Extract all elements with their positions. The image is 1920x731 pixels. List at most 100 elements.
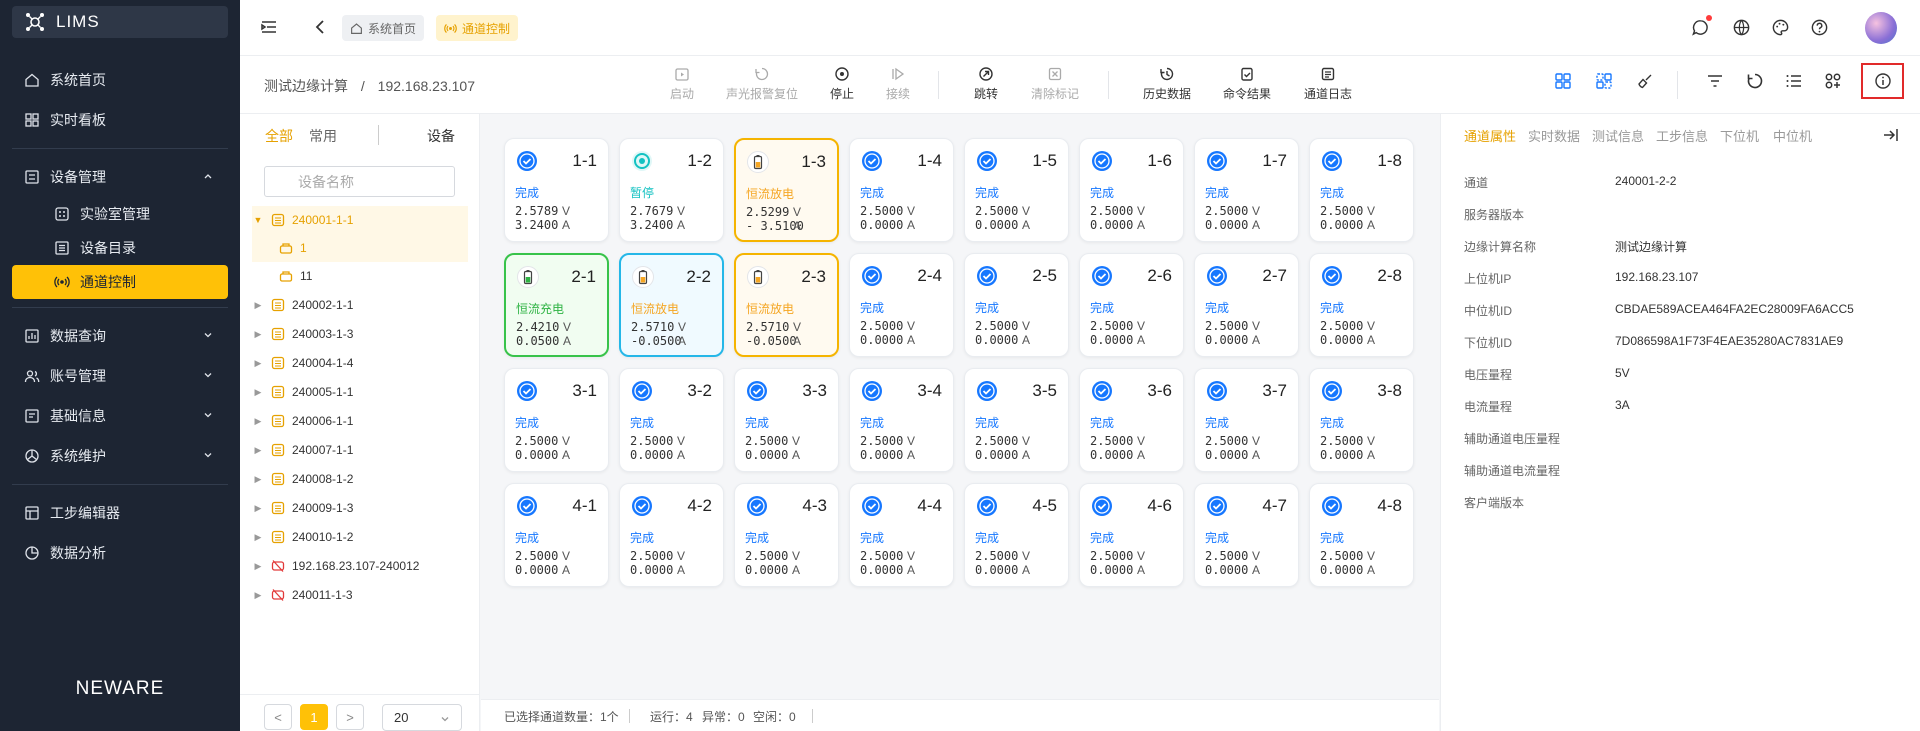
command-result-button[interactable]: 命令结果 bbox=[1223, 66, 1271, 102]
caret-right-icon[interactable]: ▶ bbox=[252, 416, 264, 427]
channel-card-4-2[interactable]: 4-2 完成 2.5000 0.0000 V A bbox=[619, 483, 724, 587]
deselect-grid-icon[interactable] bbox=[1595, 72, 1613, 93]
refresh-icon[interactable] bbox=[1746, 72, 1764, 93]
tree-node-11[interactable]: 11 bbox=[252, 262, 468, 290]
channel-card-3-7[interactable]: 3-7 完成 2.5000 0.0000 V A bbox=[1194, 368, 1299, 472]
tree-node-240007-1-1[interactable]: ▶ 240007-1-1 bbox=[252, 436, 468, 464]
channel-card-1-3[interactable]: 1-3 恒流放电 2.5299- 3.5100 V A bbox=[734, 138, 839, 242]
sidebar-item-data-analysis[interactable]: 数据分析 bbox=[12, 533, 228, 573]
help-icon[interactable] bbox=[1810, 18, 1829, 40]
prev-page-button[interactable]: < bbox=[264, 704, 292, 730]
tree-node-240009-1-3[interactable]: ▶ 240009-1-3 bbox=[252, 494, 468, 522]
tab-test-info[interactable]: 测试信息 bbox=[1592, 126, 1644, 145]
channel-card-3-8[interactable]: 3-8 完成 2.5000 0.0000 V A bbox=[1309, 368, 1414, 472]
tree-node-240010-1-2[interactable]: ▶ 240010-1-2 bbox=[252, 523, 468, 551]
channel-log-button[interactable]: 通道日志 bbox=[1304, 66, 1352, 102]
sidebar-item-system-maintenance[interactable]: 系统维护 bbox=[12, 436, 228, 476]
channel-card-1-7[interactable]: 1-7 完成 2.5000 0.0000 V A bbox=[1194, 138, 1299, 242]
channel-card-2-1[interactable]: 2-1 恒流充电 2.4210 0.0500 V A bbox=[504, 253, 609, 357]
channel-card-2-8[interactable]: 2-8 完成 2.5000 0.0000 V A bbox=[1309, 253, 1414, 357]
channel-card-3-4[interactable]: 3-4 完成 2.5000 0.0000 V A bbox=[849, 368, 954, 472]
select-grid-icon[interactable] bbox=[1554, 72, 1572, 93]
sidebar-item-data-query[interactable]: 数据查询 bbox=[12, 316, 228, 356]
tab-all[interactable]: 全部 bbox=[265, 126, 293, 146]
tab-lower-computer[interactable]: 下位机 bbox=[1720, 126, 1759, 145]
tree-node-240011-1-3[interactable]: ▶ 240011-1-3 bbox=[252, 581, 468, 609]
device-search-input[interactable]: 设备名称 bbox=[264, 166, 455, 197]
channel-card-4-6[interactable]: 4-6 完成 2.5000 0.0000 V A bbox=[1079, 483, 1184, 587]
collapse-panel-icon[interactable] bbox=[1882, 126, 1900, 147]
tree-node-240004-1-4[interactable]: ▶ 240004-1-4 bbox=[252, 349, 468, 377]
tree-node-240008-1-2[interactable]: ▶ 240008-1-2 bbox=[252, 465, 468, 493]
continue-button[interactable]: 接续 bbox=[886, 66, 910, 102]
channel-card-3-6[interactable]: 3-6 完成 2.5000 0.0000 V A bbox=[1079, 368, 1184, 472]
tab-common[interactable]: 常用 bbox=[309, 126, 337, 146]
tree-node-240001-1-1[interactable]: ▼ 240001-1-1 bbox=[252, 206, 468, 234]
tree-node-192-168-23-107-240012[interactable]: ▶ 192.168.23.107-240012 bbox=[252, 552, 468, 580]
sidebar-item-device-catalog[interactable]: 设备目录 bbox=[12, 231, 228, 265]
sidebar-item-dashboard[interactable]: 实时看板 bbox=[12, 100, 228, 140]
channel-card-3-5[interactable]: 3-5 完成 2.5000 0.0000 V A bbox=[964, 368, 1069, 472]
caret-right-icon[interactable]: ▶ bbox=[252, 300, 264, 311]
stop-button[interactable]: 停止 bbox=[830, 66, 854, 102]
message-icon[interactable] bbox=[1691, 15, 1712, 40]
caret-right-icon[interactable]: ▶ bbox=[252, 387, 264, 398]
channel-card-2-3[interactable]: 2-3 恒流放电 2.5710 -0.0500 V A bbox=[734, 253, 839, 357]
channel-card-2-4[interactable]: 2-4 完成 2.5000 0.0000 V A bbox=[849, 253, 954, 357]
breadcrumb-channel-control[interactable]: 通道控制 bbox=[436, 15, 519, 41]
channel-card-4-5[interactable]: 4-5 完成 2.5000 0.0000 V A bbox=[964, 483, 1069, 587]
channel-card-1-2[interactable]: 1-2 暂停 2.7679 3.2400 V A bbox=[619, 138, 724, 242]
channel-card-1-4[interactable]: 1-4 完成 2.5000 0.0000 V A bbox=[849, 138, 954, 242]
tab-middle-computer[interactable]: 中位机 bbox=[1773, 126, 1812, 145]
caret-right-icon[interactable]: ▶ bbox=[252, 329, 264, 340]
tree-node-1[interactable]: 1 bbox=[252, 234, 468, 262]
channel-card-2-6[interactable]: 2-6 完成 2.5000 0.0000 V A bbox=[1079, 253, 1184, 357]
tab-step-info[interactable]: 工步信息 bbox=[1656, 126, 1708, 145]
alarm-reset-button[interactable]: 声光报警复位 bbox=[726, 66, 798, 102]
channel-card-3-2[interactable]: 3-2 完成 2.5000 0.0000 V A bbox=[619, 368, 724, 472]
channel-card-4-4[interactable]: 4-4 完成 2.5000 0.0000 V A bbox=[849, 483, 954, 587]
channel-card-2-7[interactable]: 2-7 完成 2.5000 0.0000 V A bbox=[1194, 253, 1299, 357]
channel-card-4-3[interactable]: 4-3 完成 2.5000 0.0000 V A bbox=[734, 483, 839, 587]
tab-channel-properties[interactable]: 通道属性 bbox=[1464, 126, 1516, 145]
list-view-icon[interactable] bbox=[1785, 72, 1803, 93]
sidebar-item-home[interactable]: 系统首页 bbox=[12, 60, 228, 100]
page-button-1[interactable]: 1 bbox=[300, 704, 328, 730]
caret-down-icon[interactable]: ▼ bbox=[252, 215, 264, 225]
tree-node-240006-1-1[interactable]: ▶ 240006-1-1 bbox=[252, 407, 468, 435]
caret-right-icon[interactable]: ▶ bbox=[252, 503, 264, 514]
sidebar-item-account-management[interactable]: 账号管理 bbox=[12, 356, 228, 396]
caret-right-icon[interactable]: ▶ bbox=[252, 445, 264, 456]
caret-right-icon[interactable]: ▶ bbox=[252, 561, 264, 572]
back-arrow-icon[interactable] bbox=[312, 18, 330, 39]
tree-node-240002-1-1[interactable]: ▶ 240002-1-1 bbox=[252, 291, 468, 319]
globe-icon[interactable] bbox=[1732, 18, 1751, 40]
avatar[interactable] bbox=[1865, 12, 1897, 44]
sidebar-item-device-management[interactable]: 设备管理 bbox=[12, 157, 228, 197]
filter-icon[interactable] bbox=[1706, 72, 1724, 93]
sidebar-item-channel-control[interactable]: 通道控制 bbox=[12, 265, 228, 299]
caret-right-icon[interactable]: ▶ bbox=[252, 590, 264, 601]
tab-realtime-data[interactable]: 实时数据 bbox=[1528, 126, 1580, 145]
start-button[interactable]: 启动 bbox=[670, 66, 694, 102]
info-toggle-button[interactable] bbox=[1861, 63, 1904, 99]
breadcrumb-home[interactable]: 系统首页 bbox=[342, 15, 425, 41]
next-page-button[interactable]: > bbox=[336, 704, 364, 730]
channel-card-4-8[interactable]: 4-8 完成 2.5000 0.0000 V A bbox=[1309, 483, 1414, 587]
channel-card-1-1[interactable]: 1-1 完成 2.5789 3.2400 V A bbox=[504, 138, 609, 242]
clear-brush-icon[interactable] bbox=[1636, 72, 1654, 93]
channel-card-3-1[interactable]: 3-1 完成 2.5000 0.0000 V A bbox=[504, 368, 609, 472]
app-logo[interactable]: LIMS bbox=[12, 6, 228, 38]
sidebar-item-lab-management[interactable]: 实验室管理 bbox=[12, 197, 228, 231]
tab-device[interactable]: 设备 bbox=[427, 126, 455, 146]
jump-button[interactable]: 跳转 bbox=[974, 66, 998, 102]
channel-card-3-3[interactable]: 3-3 完成 2.5000 0.0000 V A bbox=[734, 368, 839, 472]
sidebar-item-basic-info[interactable]: 基础信息 bbox=[12, 396, 228, 436]
caret-right-icon[interactable]: ▶ bbox=[252, 474, 264, 485]
channel-card-4-1[interactable]: 4-1 完成 2.5000 0.0000 V A bbox=[504, 483, 609, 587]
history-data-button[interactable]: 历史数据 bbox=[1143, 66, 1191, 102]
add-widget-icon[interactable] bbox=[1824, 72, 1842, 93]
caret-right-icon[interactable]: ▶ bbox=[252, 358, 264, 369]
page-size-select[interactable]: 20 bbox=[382, 704, 462, 731]
clear-mark-button[interactable]: 清除标记 bbox=[1031, 66, 1079, 102]
